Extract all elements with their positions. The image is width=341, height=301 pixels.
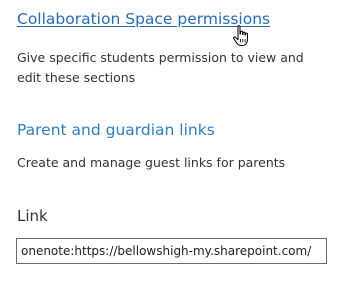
collaboration-space-description: Give specific students permission to vie…: [17, 50, 304, 85]
link-field-label: Link: [17, 207, 48, 225]
parent-guardian-links-link[interactable]: Parent and guardian links: [17, 121, 215, 139]
hand-pointer-icon: [233, 25, 248, 46]
link-input[interactable]: [16, 238, 327, 264]
parent-guardian-description: Create and manage guest links for parent…: [17, 155, 286, 170]
